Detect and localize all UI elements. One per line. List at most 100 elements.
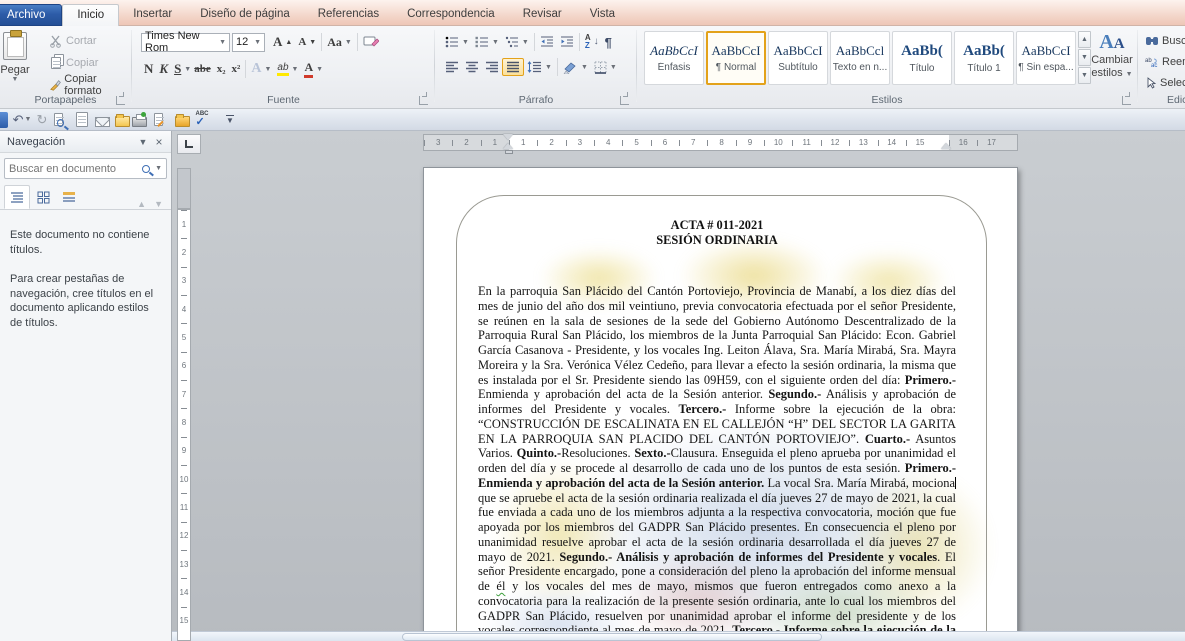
ruler-number: 1 [178, 210, 190, 238]
paragraph-dialog-launcher[interactable] [620, 96, 629, 105]
next-heading-arrow[interactable]: ▼ [154, 199, 163, 209]
ruler-number: 7 [679, 135, 707, 150]
sort-button[interactable]: AZ↓ [582, 32, 602, 52]
superscript-button[interactable]: x² [229, 61, 244, 77]
style-sample: AaBbCcl [836, 43, 884, 59]
underline-button[interactable]: S [171, 59, 184, 79]
borders-button[interactable]: ▼ [591, 59, 620, 76]
font-color-button[interactable]: A▼ [301, 58, 326, 80]
tab-referencias[interactable]: Referencias [304, 4, 393, 26]
right-indent-marker[interactable] [941, 143, 951, 149]
subscript-button[interactable]: x₂ [214, 61, 229, 77]
tab-insertar[interactable]: Insertar [119, 4, 186, 26]
print-preview-button[interactable] [52, 111, 72, 129]
align-right-button[interactable] [482, 59, 502, 75]
text-run: Primero.- [905, 373, 956, 387]
group-label-clipboard: Portapapeles [0, 94, 131, 106]
navigation-empty-message: Este documento no contiene títulos. [10, 228, 161, 258]
document-body-text[interactable]: En la parroquia San Plácido del Cantón P… [478, 284, 956, 641]
open-button[interactable] [112, 111, 132, 129]
cut-button[interactable]: Cortar [46, 31, 131, 51]
shading-button[interactable]: ▼ [560, 59, 591, 76]
navigation-pane-menu-arrow[interactable]: ▼ [135, 134, 151, 150]
browse-pages-tab[interactable] [30, 185, 56, 209]
style-enfasis[interactable]: AaBbCcI Énfasis [644, 31, 704, 85]
style-texto-en-negrita[interactable]: AaBbCcl Texto en n... [830, 31, 890, 85]
numbering-button[interactable]: ▼ [472, 34, 502, 50]
undo-button[interactable]: ↶▼ [12, 111, 32, 129]
first-line-indent-marker[interactable] [503, 134, 513, 140]
new-document-button[interactable] [72, 111, 92, 129]
paste-dropdown-arrow[interactable]: ▼ [12, 76, 19, 83]
search-icon[interactable] [142, 165, 150, 173]
search-options-arrow[interactable]: ▼ [155, 165, 162, 172]
quick-print-button[interactable] [132, 111, 152, 129]
redo-button[interactable]: ↻ [32, 111, 52, 129]
navigation-pane-close-icon[interactable]: × [151, 134, 167, 150]
spelling-grammar-button[interactable]: ABC✓ [192, 111, 212, 129]
tab-stop-selector[interactable] [177, 134, 201, 154]
clear-formatting-button[interactable] [360, 33, 382, 51]
document-page[interactable]: ACTA # 011-2021 SESIÓN ORDINARIA En la p… [423, 167, 1018, 641]
folder-button[interactable] [172, 111, 192, 129]
styles-dialog-launcher[interactable] [1122, 96, 1131, 105]
customize-qat-button[interactable]: ▼ [220, 111, 240, 129]
search-input[interactable] [9, 163, 142, 175]
tab-vista[interactable]: Vista [576, 4, 629, 26]
multilevel-list-button[interactable]: ▼ [502, 34, 532, 50]
group-label-editing: Edición [1139, 94, 1185, 106]
strikethrough-button[interactable]: abe [191, 61, 214, 77]
previous-heading-arrow[interactable]: ▲ [137, 199, 146, 209]
align-center-button[interactable] [462, 59, 482, 75]
italic-button[interactable]: K [156, 59, 171, 79]
text-run: Segundo.- [768, 387, 821, 401]
edit-document-button[interactable] [152, 111, 172, 129]
left-indent-marker[interactable] [505, 150, 513, 154]
tab-diseno-de-pagina[interactable]: Diseño de página [186, 4, 304, 26]
bold-button[interactable]: N [141, 59, 156, 79]
justify-button[interactable] [502, 58, 524, 76]
horizontal-scrollbar-thumb[interactable] [402, 633, 822, 641]
line-spacing-button[interactable]: ▼ [524, 59, 555, 75]
email-button[interactable] [92, 111, 112, 129]
align-left-button[interactable] [442, 59, 462, 75]
highlight-color-button[interactable]: ab▼ [274, 60, 301, 78]
style-normal[interactable]: AaBbCcI ¶ Normal [706, 31, 766, 85]
document-search-box[interactable]: ▼ [4, 158, 167, 179]
copy-button[interactable]: Copiar [46, 53, 131, 73]
find-button[interactable]: Buscar [1142, 33, 1185, 49]
style-titulo-1[interactable]: AaBb( Título 1 [954, 31, 1014, 85]
replace-button[interactable]: abac Reemplazar [1142, 54, 1185, 70]
style-titulo[interactable]: AaBb( Título [892, 31, 952, 85]
show-marks-button[interactable]: ¶ [602, 33, 615, 52]
grow-font-button[interactable]: A▲ [270, 32, 295, 52]
tab-inicio[interactable]: Inicio [62, 4, 119, 26]
change-styles-button[interactable]: AA Cambiar estilos ▼ [1090, 32, 1134, 80]
tab-revisar[interactable]: Revisar [509, 4, 576, 26]
hanging-indent-marker[interactable] [503, 143, 513, 149]
bullets-button[interactable]: ▼ [442, 34, 472, 50]
tab-correspondencia[interactable]: Correspondencia [393, 4, 509, 26]
vertical-ruler[interactable]: 123456789101112131415 [177, 209, 191, 641]
style-subtitulo[interactable]: AaBbCcI Subtítulo [768, 31, 828, 85]
tab-archivo[interactable]: Archivo [0, 4, 62, 26]
style-sin-espaciado[interactable]: AaBbCcI ¶ Sin espa... [1016, 31, 1076, 85]
shrink-font-button[interactable]: A▼ [295, 34, 319, 50]
select-button[interactable]: Seleccionar ▼ [1142, 75, 1185, 91]
decrease-indent-button[interactable] [537, 34, 557, 50]
font-size-combo[interactable]: 12▼ [232, 33, 265, 52]
horizontal-scrollbar[interactable] [172, 631, 1185, 641]
paste-button[interactable]: Pegar ▼ [0, 30, 42, 102]
increase-indent-button[interactable] [557, 34, 577, 50]
font-name-combo[interactable]: Times New Rom▼ [141, 33, 230, 52]
underline-dropdown-arrow[interactable]: ▼ [184, 66, 191, 73]
clipboard-dialog-launcher[interactable] [116, 96, 125, 105]
text-effects-button[interactable]: A▼ [248, 59, 274, 79]
decrease-indent-icon [540, 36, 554, 48]
ruler-number: 10 [764, 135, 792, 150]
change-case-button[interactable]: Aa▼ [324, 33, 355, 52]
browse-headings-tab[interactable] [4, 185, 30, 209]
font-dialog-launcher[interactable] [419, 96, 428, 105]
save-icon[interactable] [0, 112, 8, 128]
browse-results-tab[interactable] [56, 185, 82, 209]
